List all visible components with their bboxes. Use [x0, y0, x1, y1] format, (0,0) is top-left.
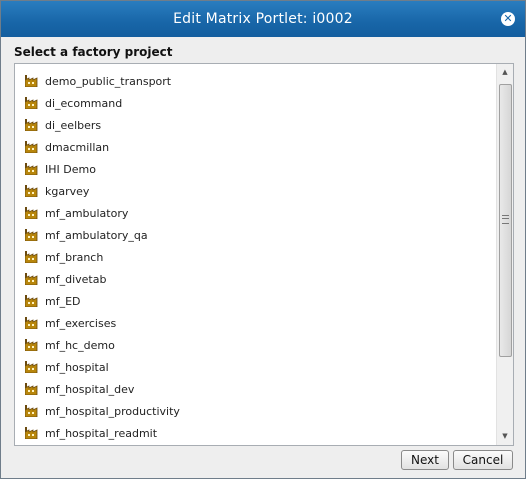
factory-icon — [25, 251, 38, 263]
project-name: mf_divetab — [45, 273, 107, 286]
cancel-button[interactable]: Cancel — [453, 450, 513, 470]
project-list-item[interactable]: dmacmillan — [15, 137, 496, 159]
project-list-items: demo_public_transport di_ecommand di_eelbe… — [15, 71, 496, 445]
project-name: dmacmillan — [45, 141, 110, 154]
project-name: mf_branch — [45, 251, 104, 264]
project-list-item[interactable]: mf_ambulatory_qa — [15, 225, 496, 247]
project-list-item[interactable]: di_ecommand — [15, 93, 496, 115]
project-name: mf_hc_demo — [45, 339, 115, 352]
factory-project-list[interactable]: demo_public_transport di_ecommand di_eelbe… — [14, 63, 514, 446]
factory-icon — [25, 317, 38, 329]
project-list-item[interactable]: mf_branch — [15, 247, 496, 269]
factory-icon — [25, 75, 38, 87]
factory-icon — [25, 273, 38, 285]
project-name: mf_hospital_productivity — [45, 405, 180, 418]
project-name: mf_ambulatory_qa — [45, 229, 148, 242]
scroll-down-arrow-icon[interactable]: ▼ — [497, 428, 513, 445]
project-name: mf_ambulatory — [45, 207, 129, 220]
dialog-titlebar[interactable]: Edit Matrix Portlet: i0002 ✕ — [1, 1, 525, 37]
factory-icon — [25, 163, 38, 175]
project-list-item[interactable]: mf_hospital_dev — [15, 379, 496, 401]
scroll-up-arrow-icon[interactable]: ▲ — [497, 64, 513, 81]
project-list-item[interactable]: mf_hc_demo — [15, 335, 496, 357]
factory-icon — [25, 141, 38, 153]
factory-icon — [25, 405, 38, 417]
project-list-item[interactable]: IHI Demo — [15, 159, 496, 181]
factory-icon — [25, 361, 38, 373]
factory-icon — [25, 383, 38, 395]
factory-icon — [25, 339, 38, 351]
scrollbar-grip-icon — [502, 215, 509, 224]
project-name: demo_public_transport — [45, 75, 172, 88]
project-list-item[interactable]: mf_hospital — [15, 357, 496, 379]
list-heading: Select a factory project — [14, 45, 173, 59]
next-button[interactable]: Next — [401, 450, 449, 470]
factory-icon — [25, 207, 38, 219]
factory-icon — [25, 119, 38, 131]
project-list-item[interactable]: demo_public_transport — [15, 71, 496, 93]
project-name: mf_hospital — [45, 361, 109, 374]
project-name: mf_ED — [45, 295, 81, 308]
close-icon[interactable]: ✕ — [501, 12, 515, 26]
project-name: mf_exercises — [45, 317, 117, 330]
factory-icon — [25, 295, 38, 307]
project-name: di_eelbers — [45, 119, 102, 132]
project-list-item[interactable]: mf_ambulatory — [15, 203, 496, 225]
factory-icon — [25, 185, 38, 197]
factory-icon — [25, 427, 38, 439]
project-list-item[interactable]: mf_exercises — [15, 313, 496, 335]
factory-icon — [25, 229, 38, 241]
project-name: IHI Demo — [45, 163, 96, 176]
factory-icon — [25, 97, 38, 109]
project-list-item[interactable]: kgarvey — [15, 181, 496, 203]
project-list-item[interactable]: mf_ED — [15, 291, 496, 313]
project-name: mf_hospital_readmit — [45, 427, 158, 440]
project-list-item[interactable]: mf_divetab — [15, 269, 496, 291]
vertical-scrollbar[interactable]: ▲ ▼ — [496, 64, 513, 445]
project-list-item[interactable]: di_eelbers — [15, 115, 496, 137]
project-name: di_ecommand — [45, 97, 123, 110]
project-list-item[interactable]: mf_hospital_readmit — [15, 423, 496, 445]
project-list-item[interactable]: mf_hospital_productivity — [15, 401, 496, 423]
dialog-title: Edit Matrix Portlet: i0002 — [173, 11, 353, 27]
edit-matrix-portlet-dialog: Edit Matrix Portlet: i0002 ✕ Select a fa… — [0, 0, 526, 479]
project-name: kgarvey — [45, 185, 90, 198]
scrollbar-thumb[interactable] — [499, 84, 512, 357]
project-name: mf_hospital_dev — [45, 383, 135, 396]
